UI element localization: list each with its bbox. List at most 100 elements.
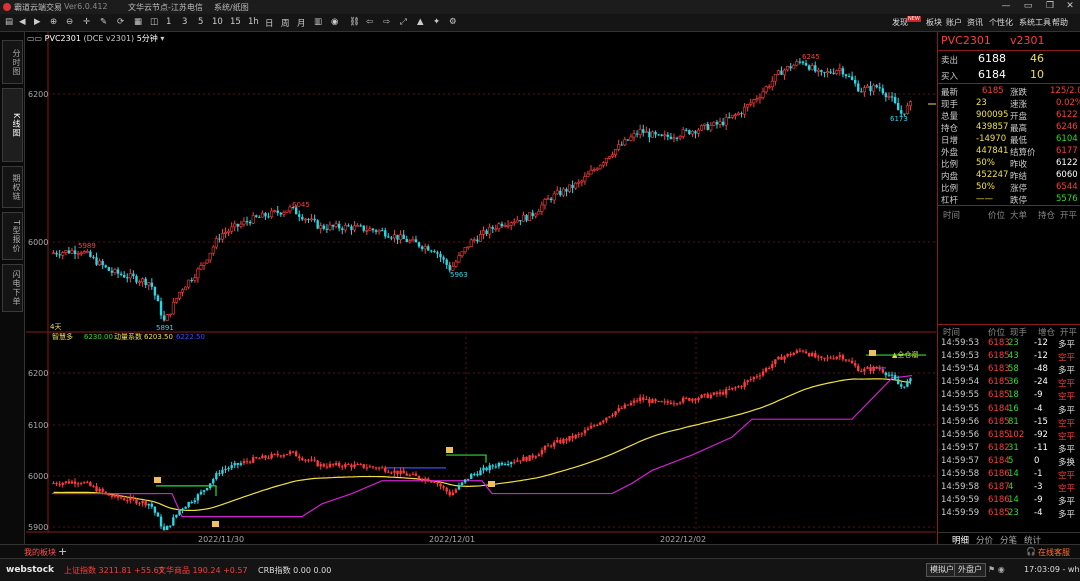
candle-body [442, 486, 445, 488]
wh-index[interactable]: 文华商品 190.24 +0.57 [158, 565, 248, 576]
candle-body [457, 485, 461, 490]
candle-body [893, 97, 897, 103]
period-15min[interactable]: 15 [230, 17, 241, 27]
trade-cell: 空平 [1058, 484, 1076, 495]
candle-body [392, 234, 396, 239]
signal-icon [869, 350, 876, 356]
bar-icon[interactable]: ▥ [314, 17, 322, 27]
period-1h[interactable]: 1h [248, 17, 259, 27]
candle-body [396, 234, 399, 240]
kline-chart[interactable]: 6200 6000 6200 6100 6000 5900 2022/11/30… [26, 32, 936, 544]
zoom-in-icon[interactable]: ⊕ [50, 17, 57, 27]
buy-label: 买入 [941, 72, 959, 82]
candle-body [95, 257, 98, 265]
window-icon[interactable]: ▭▭ [27, 34, 45, 43]
candle-body [488, 226, 492, 235]
candle-body [666, 134, 670, 137]
menu-system-tools[interactable]: 系统工具 [1019, 17, 1051, 28]
period-selector[interactable]: 5分钟 [137, 34, 158, 43]
refresh-icon[interactable]: ⟳ [117, 17, 124, 27]
period-10min[interactable]: 10 [212, 17, 223, 27]
candle-body [847, 360, 851, 362]
expand-icon[interactable]: ⤢ [400, 17, 407, 27]
add-tab-icon[interactable]: + [58, 545, 67, 558]
tab-option-chain[interactable]: 期权链 [2, 166, 23, 208]
tab-quick-order[interactable]: 闪电下单 [2, 264, 23, 312]
menu-account[interactable]: 账户 [946, 17, 962, 28]
link-icon[interactable]: ⛓ [349, 17, 360, 27]
candle-body [325, 228, 329, 230]
restore-icon[interactable]: ❐ [1040, 1, 1060, 13]
candle-body [816, 69, 820, 72]
candle-body [476, 473, 479, 476]
candle-body [691, 398, 694, 401]
menu-sectors[interactable]: 板块 [926, 17, 942, 28]
candle-body [900, 110, 903, 114]
period-week[interactable]: 周 [281, 17, 290, 29]
candle-body [853, 79, 857, 84]
news-label[interactable]: 系统/纸图 [214, 2, 249, 13]
trade-cell: 58 [1008, 364, 1019, 375]
buy-price[interactable]: 6184 [978, 68, 1006, 81]
candle-body [187, 501, 190, 507]
period-day[interactable]: 日 [265, 17, 274, 29]
sell-price[interactable]: 6188 [978, 52, 1006, 65]
forward-icon[interactable]: ▶ [34, 17, 41, 27]
right-shift-icon[interactable]: ⇨ [383, 17, 390, 27]
candle-body [617, 408, 620, 412]
candle-body [561, 188, 565, 196]
tab-t-quote[interactable]: T型报价 [2, 212, 23, 260]
candle-body [746, 380, 749, 383]
left-shift-icon[interactable]: ⇦ [366, 17, 373, 27]
sh-index[interactable]: 上证指数 3211.81 +55.67 [64, 565, 164, 576]
menu-news[interactable]: 资讯 [967, 17, 983, 28]
period-month[interactable]: 月 [297, 17, 306, 29]
quote-value: 6104 [1056, 134, 1078, 144]
trade-cell: 14:59:56 [941, 416, 980, 427]
headset-icon[interactable]: 🎧 [1026, 547, 1036, 556]
crosshair-icon[interactable]: ✛ [83, 17, 90, 27]
back-icon[interactable]: ◀ [19, 17, 26, 27]
maximize-icon[interactable]: ▭ [1018, 1, 1038, 13]
candle-body [359, 225, 362, 227]
crb-index[interactable]: CRB指数 0.00 0.00 [258, 565, 331, 576]
period-5min[interactable]: 5 [198, 17, 203, 27]
settings-icon[interactable]: ⚙ [449, 17, 457, 27]
tab-kline[interactable]: K线图 [2, 88, 23, 162]
tools-icon[interactable]: ✦ [433, 17, 440, 27]
candle-body [709, 394, 713, 398]
online-service-link[interactable]: 在线客服 [1038, 547, 1070, 558]
candle-body [89, 482, 92, 486]
foreign-account-button[interactable]: 外盘户 [954, 563, 986, 577]
eye-icon[interactable]: ◉ [331, 17, 338, 27]
candle-body [371, 228, 375, 231]
candle-body [362, 225, 365, 231]
tab-my-sectors[interactable]: 我的板块 [24, 547, 56, 558]
trade-cell: 36 [1008, 377, 1019, 388]
candle-body [239, 463, 243, 465]
chart-type-icon[interactable]: ▲ [417, 17, 424, 27]
tab-timeshare[interactable]: 分时图 [2, 40, 23, 84]
menu-icon[interactable]: ▤ [5, 17, 13, 27]
grid-icon[interactable]: ▦ [134, 17, 142, 27]
period-3min[interactable]: 3 [182, 17, 187, 27]
menu-personal[interactable]: 个性化 [989, 17, 1013, 28]
minimize-icon[interactable]: — [996, 1, 1016, 13]
candle-body [773, 74, 777, 82]
candle-body [411, 473, 415, 475]
period-1min[interactable]: 1 [166, 17, 171, 27]
trade-cell: 4 [1008, 482, 1014, 493]
quote-label: 最新 [941, 88, 959, 98]
candle-body [574, 182, 578, 189]
draw-icon[interactable]: ✎ [100, 17, 107, 27]
candle-body [469, 239, 473, 248]
trade-row: 14:59:53 6183 23 -12 多平 [938, 338, 1080, 350]
candle-body [414, 239, 418, 243]
close-icon[interactable]: ✕ [1060, 1, 1080, 13]
menu-discover[interactable]: 发现 [892, 17, 908, 28]
server-label[interactable]: 文华云节点-江苏电信 [128, 2, 203, 13]
zoom-out-icon[interactable]: ⊖ [66, 17, 73, 27]
chevron-down-icon[interactable]: ▾ [158, 34, 164, 43]
layout-icon[interactable]: ◫ [150, 17, 158, 27]
menu-help[interactable]: 帮助 [1052, 17, 1068, 28]
